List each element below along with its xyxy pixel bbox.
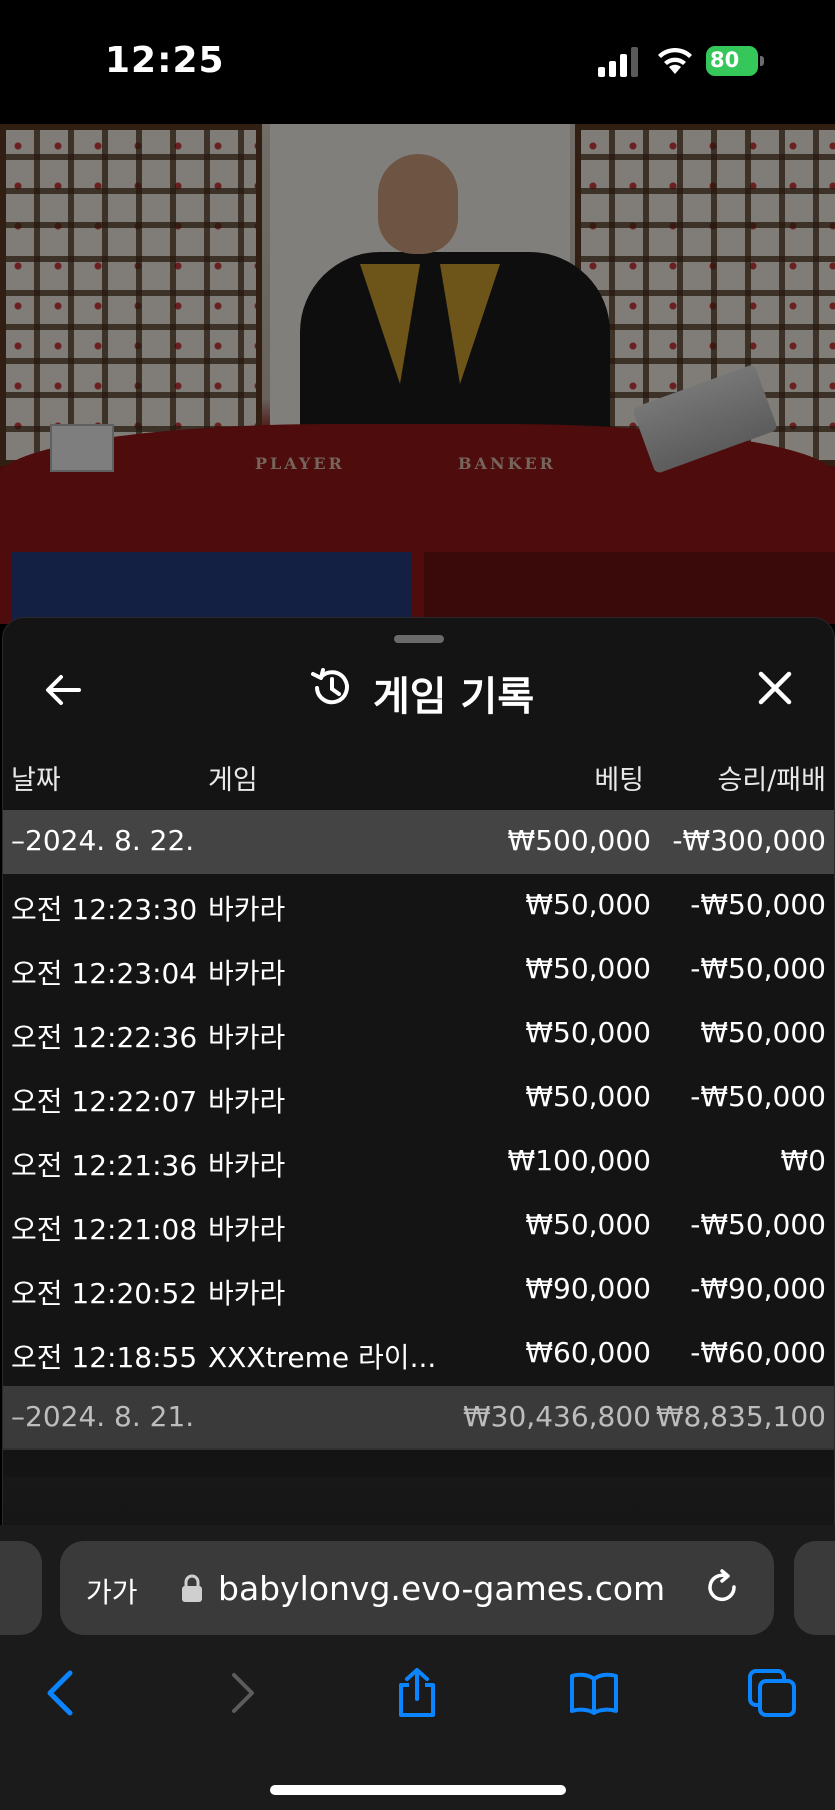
table-row[interactable]: 오전 12:21:08 바카라 ₩50,000 -₩50,000	[3, 1194, 834, 1258]
row-win-loss: -₩60,000	[690, 1336, 826, 1369]
row-bet: ₩90,000	[525, 1272, 651, 1305]
next-tab-preview[interactable]	[794, 1541, 835, 1635]
status-bar: 12:25 80	[0, 0, 835, 124]
sheet-title: 게임 기록	[373, 674, 535, 720]
column-header-game: 게임	[208, 765, 258, 796]
history-clock-icon	[311, 668, 349, 705]
live-dealer-video: PLAYER BANKER	[0, 124, 835, 624]
lock-icon	[182, 1574, 202, 1602]
table-row[interactable]: 오전 12:23:30 바카라 ₩50,000 -₩50,000	[3, 874, 834, 938]
column-header-win-loss: 승리/패배	[717, 765, 826, 796]
row-bet: ₩60,000	[525, 1336, 651, 1369]
table-row[interactable]: 오전 12:22:07 바카라 ₩50,000 -₩50,000	[3, 1066, 834, 1130]
row-bet: ₩100,000	[507, 1144, 651, 1177]
table-row[interactable]: 오전 12:23:04 바카라 ₩50,000 -₩50,000	[3, 938, 834, 1002]
battery-icon: 80	[706, 46, 764, 76]
previous-tab-preview[interactable]	[0, 1541, 42, 1635]
browser-chrome: 가가 babylonvg.evo-games.com	[0, 1525, 835, 1810]
status-time: 12:25	[105, 40, 225, 81]
bookmarks-icon[interactable]	[568, 1667, 620, 1719]
share-icon[interactable]	[391, 1667, 443, 1719]
row-win-loss: -₩300,000	[672, 824, 826, 857]
table-row[interactable]: 오전 12:18:55 XXXtreme 라이... ₩60,000 -₩60,000	[3, 1322, 834, 1386]
row-bet: ₩30,436,800	[462, 1400, 651, 1433]
back-arrow-icon[interactable]	[43, 670, 83, 710]
row-bet: ₩50,000	[525, 1208, 651, 1241]
sheet-grabber[interactable]	[394, 635, 444, 643]
home-indicator[interactable]	[270, 1785, 566, 1795]
row-game: 바카라	[208, 1021, 286, 1054]
tabs-icon[interactable]	[746, 1667, 798, 1719]
row-date: 오전 12:21:36	[11, 1149, 198, 1182]
row-date: 오전 12:23:04	[11, 957, 198, 990]
row-win-loss: ₩8,835,100	[655, 1400, 826, 1433]
address-bar[interactable]: 가가 babylonvg.evo-games.com	[60, 1541, 774, 1635]
row-game: 바카라	[208, 1277, 286, 1310]
table-row[interactable]: 오전 12:20:52 바카라 ₩90,000 -₩90,000	[3, 1258, 834, 1322]
row-win-loss: ₩50,000	[700, 1016, 826, 1049]
row-date: –2024. 8. 22.	[11, 824, 195, 857]
row-date: 오전 12:21:08	[11, 1213, 198, 1246]
row-game: 바카라	[208, 957, 286, 990]
date-group-row[interactable]: –2024. 8. 21. ₩30,436,800 ₩8,835,100	[3, 1386, 834, 1450]
reload-icon[interactable]	[704, 1569, 742, 1607]
row-date: 오전 12:20:52	[11, 1277, 198, 1310]
row-win-loss: -₩90,000	[690, 1272, 826, 1305]
row-date: 오전 12:22:07	[11, 1085, 198, 1118]
row-date: 오전 12:18:55	[11, 1341, 198, 1374]
row-win-loss: -₩50,000	[690, 888, 826, 921]
row-win-loss: ₩0	[780, 1144, 827, 1177]
row-bet: ₩50,000	[525, 888, 651, 921]
cellular-signal-icon	[598, 47, 638, 77]
row-bet: ₩50,000	[525, 1080, 651, 1113]
row-bet: ₩50,000	[525, 952, 651, 985]
row-game: 바카라	[208, 893, 286, 926]
row-win-loss: -₩50,000	[690, 1208, 826, 1241]
row-date: 오전 12:23:30	[11, 893, 198, 926]
back-icon[interactable]	[36, 1667, 88, 1719]
row-date: 오전 12:22:36	[11, 1021, 198, 1054]
forward-icon[interactable]	[216, 1667, 268, 1719]
date-group-row[interactable]: –2024. 8. 22. ₩500,000 -₩300,000	[3, 810, 834, 874]
row-bet: ₩50,000	[525, 1016, 651, 1049]
history-table: –2024. 8. 22. ₩500,000 -₩300,000 오전 12:23:3…	[3, 810, 834, 1450]
table-row[interactable]: 오전 12:21:36 바카라 ₩100,000 ₩0	[3, 1130, 834, 1194]
row-date: –2024. 8. 21.	[11, 1400, 195, 1433]
row-game: 바카라	[208, 1213, 286, 1246]
row-game: 바카라	[208, 1085, 286, 1118]
battery-level: 80	[710, 48, 740, 72]
row-game: 바카라	[208, 1149, 286, 1182]
text-size-button[interactable]: 가가	[86, 1571, 138, 1611]
column-header-date: 날짜	[11, 765, 61, 796]
wifi-icon	[658, 47, 692, 74]
game-history-sheet: 게임 기록 날짜 게임 베팅 승리/패배 –2024. 8. 22. ₩500,0…	[2, 617, 835, 1527]
table-row[interactable]: 오전 12:22:36 바카라 ₩50,000 ₩50,000	[3, 1002, 834, 1066]
close-icon[interactable]	[755, 668, 795, 708]
row-bet: ₩500,000	[507, 824, 651, 857]
column-header-bet: 베팅	[594, 765, 644, 796]
row-win-loss: -₩50,000	[690, 1080, 826, 1113]
row-win-loss: -₩50,000	[690, 952, 826, 985]
row-game: XXXtreme 라이...	[208, 1341, 437, 1374]
url-text[interactable]: babylonvg.evo-games.com	[218, 1569, 665, 1608]
